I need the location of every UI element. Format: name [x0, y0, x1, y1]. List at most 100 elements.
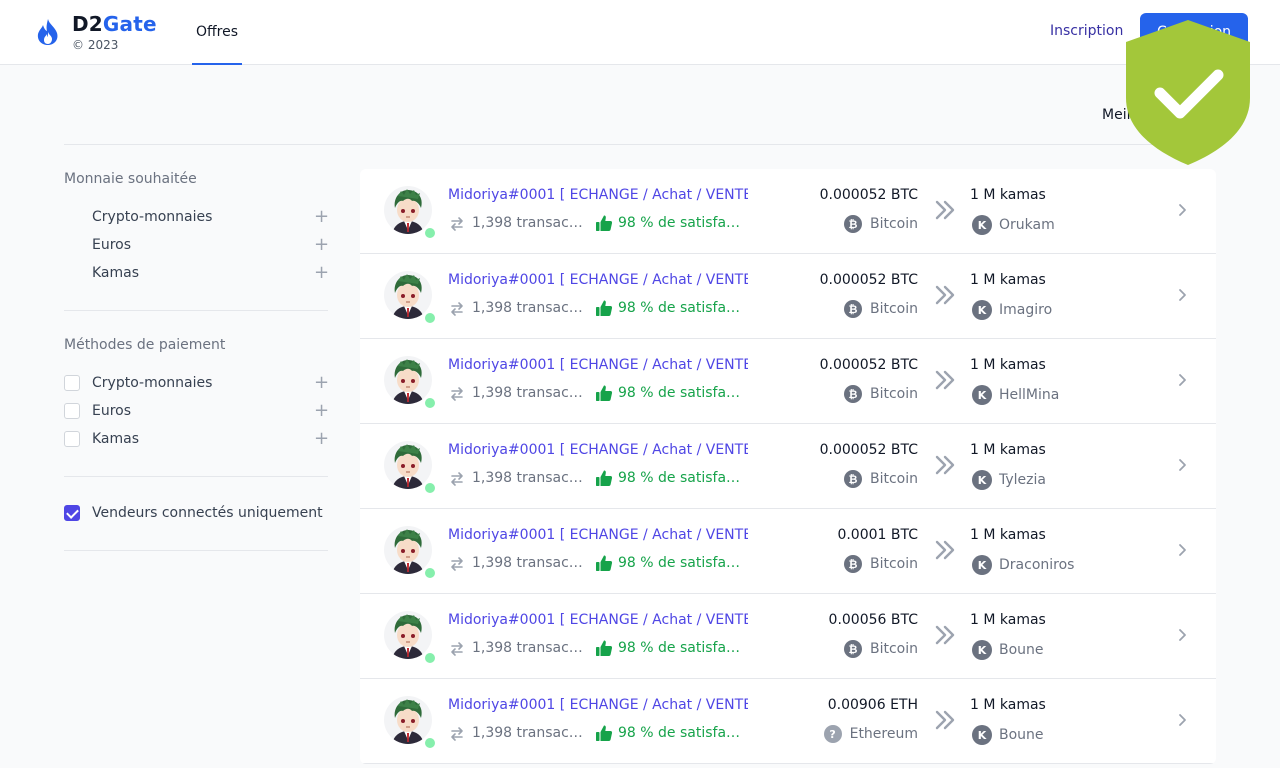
coin-icon: ₿ — [843, 300, 862, 318]
thumbs-up-icon — [596, 725, 613, 741]
offer-row[interactable]: Midoriya#0001 [ ECHANGE / Achat / VENTE … — [360, 254, 1216, 339]
filter-wanted-kamas[interactable]: Kamas + — [64, 259, 329, 287]
chevron-right-icon[interactable] — [1176, 458, 1188, 472]
section-title: Monnaie souhaitée — [64, 171, 197, 187]
filter-label: Euros — [92, 403, 132, 419]
kamas-icon: K — [972, 470, 992, 490]
plus-icon[interactable]: + — [314, 208, 329, 226]
seller-title[interactable]: Midoriya#0001 [ ECHANGE / Achat / VENTE … — [448, 442, 748, 458]
plus-icon[interactable]: + — [314, 430, 329, 448]
server-name: HellMina — [999, 387, 1060, 403]
thumbs-up-icon — [596, 300, 613, 316]
kamas-amount: 1 M kamas — [970, 442, 1046, 458]
satisfaction-rate: 98 % de satisfaction — [618, 725, 744, 741]
plus-icon[interactable]: + — [314, 236, 329, 254]
offer-row[interactable]: Midoriya#0001 [ ECHANGE / Achat / VENTE … — [360, 594, 1216, 679]
seller-title[interactable]: Midoriya#0001 [ ECHANGE / Achat / VENTE … — [448, 527, 748, 543]
transaction-count: 1,398 transactions — [472, 555, 584, 571]
plus-icon[interactable]: + — [314, 374, 329, 392]
offer-row[interactable]: Midoriya#0001 [ ECHANGE / Achat / VENTE … — [360, 339, 1216, 424]
satisfaction-rate: 98 % de satisfaction — [618, 470, 744, 486]
exchange-arrows-icon — [935, 625, 955, 645]
kamas-amount: 1 M kamas — [970, 527, 1046, 543]
kamas-amount: 1 M kamas — [970, 612, 1046, 628]
chevron-right-icon[interactable] — [1176, 543, 1188, 557]
top-header: D2Gate © 2023 Offres Inscription Connexi… — [0, 0, 1280, 65]
online-status-dot — [423, 736, 437, 750]
filter-label: Kamas — [92, 431, 140, 447]
game-server: K HellMina — [972, 385, 1059, 405]
filter-wanted-euros[interactable]: Euros + — [64, 231, 329, 259]
checkbox[interactable] — [64, 431, 80, 447]
section-title: Méthodes de paiement — [64, 337, 226, 353]
flame-logo-icon — [37, 19, 58, 45]
kamas-amount: 1 M kamas — [970, 697, 1046, 713]
transaction-count: 1,398 transactions — [472, 300, 584, 316]
plus-icon[interactable]: + — [314, 402, 329, 420]
seller-title[interactable]: Midoriya#0001 [ ECHANGE / Achat / VENTE … — [448, 357, 748, 373]
offer-row[interactable]: Midoriya#0001 [ ECHANGE / Achat / VENTE … — [360, 679, 1216, 764]
online-status-dot — [423, 566, 437, 580]
filter-wanted-crypto[interactable]: Crypto-monnaies + — [64, 203, 329, 231]
wanted-currency-section: Monnaie souhaitée Crypto-monnaies + Euro… — [64, 145, 329, 311]
server-name: Imagiro — [999, 302, 1053, 318]
coin-name: Bitcoin — [869, 641, 918, 657]
chevron-right-icon[interactable] — [1176, 203, 1188, 217]
offer-row[interactable]: Midoriya#0001 [ ECHANGE / Achat / VENTE … — [360, 169, 1216, 254]
signup-link[interactable]: Inscription — [1050, 23, 1123, 39]
seller-title[interactable]: Midoriya#0001 [ ECHANGE / Achat / VENTE … — [448, 697, 748, 713]
thumbs-up-icon — [596, 640, 613, 656]
checkbox[interactable] — [64, 375, 80, 391]
kamas-icon: K — [972, 300, 992, 320]
transaction-count: 1,398 transactions — [472, 640, 584, 656]
offer-row[interactable]: Midoriya#0001 [ ECHANGE / Achat / VENTE … — [360, 424, 1216, 509]
coin-icon: ₿ — [843, 640, 862, 658]
kamas-icon: K — [972, 555, 992, 575]
satisfaction-rate: 98 % de satisfaction — [618, 640, 744, 656]
server-name: Draconiros — [999, 557, 1075, 573]
seller-title[interactable]: Midoriya#0001 [ ECHANGE / Achat / VENTE … — [448, 612, 748, 628]
transaction-count: 1,398 transactions — [472, 470, 584, 486]
brand-name[interactable]: D2Gate — [72, 12, 157, 36]
satisfaction-rate: 98 % de satisfaction — [618, 215, 744, 231]
server-name: Boune — [999, 727, 1044, 743]
copyright: © 2023 — [72, 38, 119, 52]
seller-title[interactable]: Midoriya#0001 [ ECHANGE / Achat / VENTE … — [448, 187, 748, 203]
checkbox-label-group: Kamas — [64, 431, 139, 447]
shield-check-icon — [1126, 20, 1250, 165]
online-sellers-section: Vendeurs connectés uniquement — [64, 477, 328, 551]
exchange-arrows-icon — [935, 285, 955, 305]
seller-title[interactable]: Midoriya#0001 [ ECHANGE / Achat / VENTE … — [448, 272, 748, 288]
filter-payment-kamas[interactable]: Kamas + — [64, 425, 329, 453]
exchange-arrows-icon — [935, 370, 955, 390]
satisfaction-rate: 98 % de satisfaction — [618, 300, 744, 316]
kamas-icon: K — [972, 385, 992, 405]
chevron-right-icon[interactable] — [1176, 373, 1188, 387]
chevron-right-icon[interactable] — [1176, 628, 1188, 642]
game-server: K Draconiros — [972, 555, 1074, 575]
kamas-icon: K — [972, 215, 992, 235]
server-name: Tylezia — [999, 472, 1046, 488]
payment-coin: ₿ Bitcoin — [843, 555, 918, 573]
checkbox[interactable] — [64, 403, 80, 419]
online-status-dot — [423, 651, 437, 665]
filter-payment-crypto[interactable]: Crypto-monnaies + — [64, 369, 329, 397]
offer-price: 0.000052 BTC — [819, 272, 918, 288]
filter-sidebar: Monnaie souhaitée Crypto-monnaies + Euro… — [64, 145, 329, 551]
filter-online-only[interactable]: Vendeurs connectés uniquement — [64, 499, 328, 527]
plus-icon[interactable]: + — [314, 264, 329, 282]
checkbox-checked[interactable] — [64, 505, 80, 521]
chevron-right-icon[interactable] — [1176, 288, 1188, 302]
online-status-dot — [423, 226, 437, 240]
filter-payment-euros[interactable]: Euros + — [64, 397, 329, 425]
tab-offres[interactable]: Offres — [192, 0, 242, 65]
offer-price: 0.00906 ETH — [827, 697, 918, 713]
offer-price: 0.0001 BTC — [837, 527, 918, 543]
offer-row[interactable]: Midoriya#0001 [ ECHANGE / Achat / VENTE … — [360, 509, 1216, 594]
kamas-amount: 1 M kamas — [970, 357, 1046, 373]
chevron-right-icon[interactable] — [1176, 713, 1188, 727]
exchange-arrows-icon — [935, 710, 955, 730]
filter-label: Kamas — [92, 265, 140, 281]
transactions-icon — [451, 727, 463, 741]
kamas-icon: K — [972, 640, 992, 660]
